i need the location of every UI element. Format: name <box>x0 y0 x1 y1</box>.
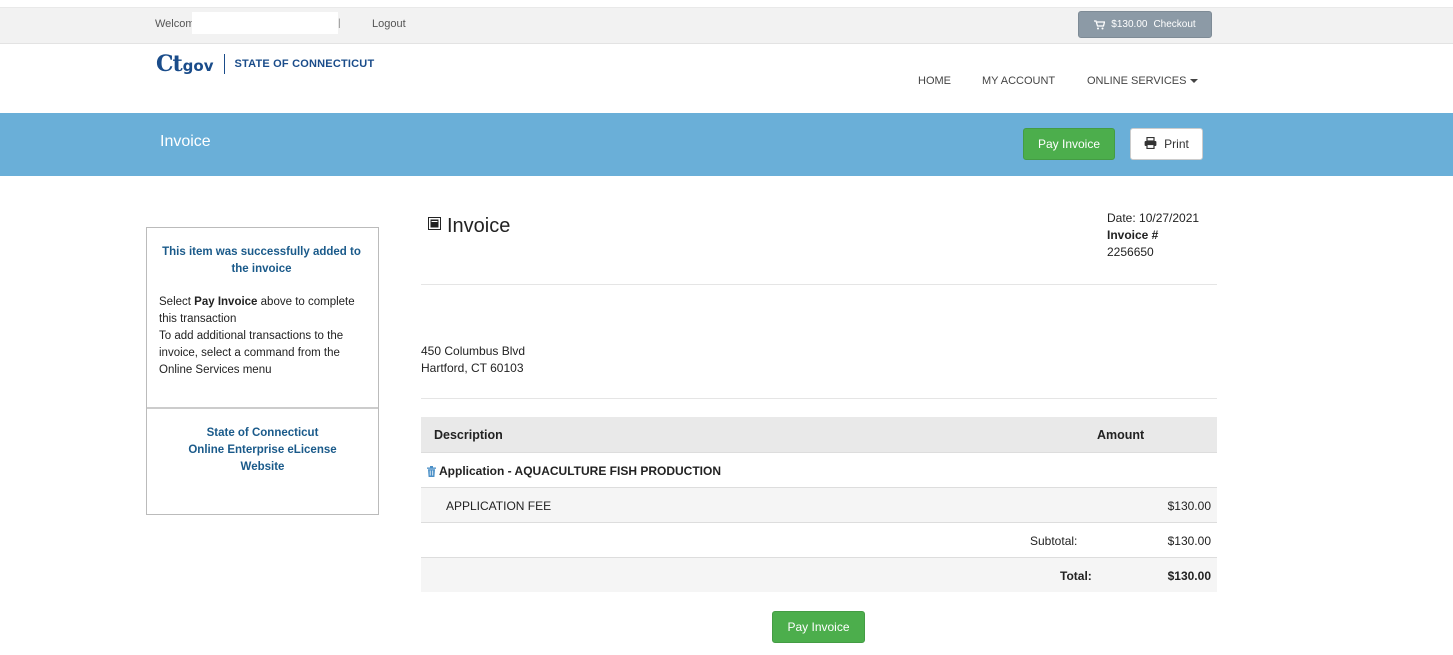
table-row: Application - AQUACULTURE FISH PRODUCTIO… <box>421 452 1217 487</box>
site-line-3: Website <box>240 461 285 473</box>
site-line-1: State of Connecticut <box>206 427 319 439</box>
subtotal-amount: $130.00 <box>1167 534 1211 548</box>
user-name-field <box>192 12 338 34</box>
print-button[interactable]: Print <box>1130 128 1203 160</box>
pay-invoice-button-bottom[interactable]: Pay Invoice <box>772 611 865 643</box>
nav-online-services-label: ONLINE SERVICES <box>1087 75 1187 87</box>
table-row: Total: $130.00 <box>421 557 1217 592</box>
site-header: Ct gov STATE OF CONNECTICUT HOME MY ACCO… <box>0 45 1453 113</box>
checkout-button[interactable]: $130.00 Checkout <box>1078 11 1212 38</box>
pay-invoice-button-top[interactable]: Pay Invoice <box>1023 128 1115 160</box>
print-label: Print <box>1164 137 1189 151</box>
total-amount: $130.00 <box>1167 569 1211 583</box>
table-header-row: Description Amount <box>421 417 1217 452</box>
elicense-website-link[interactable]: State of Connecticut Online Enterprise e… <box>147 409 378 492</box>
logo-divider <box>223 54 225 74</box>
cart-icon <box>1094 19 1106 30</box>
trash-icon[interactable] <box>427 465 436 477</box>
billing-address: 450 Columbus Blvd Hartford, CT 60103 <box>421 343 525 377</box>
fee-label: APPLICATION FEE <box>446 499 552 513</box>
success-message: This item was successfully added to the … <box>162 246 361 275</box>
sidebar-message: This item was successfully added to the … <box>147 228 378 409</box>
address-line-2: Hartford, CT 60103 <box>421 361 524 375</box>
address-line-1: 450 Columbus Blvd <box>421 344 526 358</box>
item-title: Application - AQUACULTURE FISH PRODUCTIO… <box>439 464 721 478</box>
table-row: Subtotal: $130.00 <box>421 522 1217 557</box>
nav-online-services[interactable]: ONLINE SERVICES <box>1087 75 1199 87</box>
logout-link[interactable]: Logout <box>372 18 406 30</box>
site-line-2: Online Enterprise eLicense <box>188 444 337 456</box>
separator: | <box>338 18 341 29</box>
caret-down-icon <box>1190 79 1199 84</box>
table-row: APPLICATION FEE $130.00 <box>421 487 1217 522</box>
subtotal-label: Subtotal: <box>1030 534 1078 548</box>
invoice-meta: Date: 10/27/2021 Invoice # 2256650 <box>1107 210 1199 261</box>
page-title: Invoice <box>160 133 211 150</box>
logo-gov: gov <box>182 57 214 75</box>
ct-gov-logo[interactable]: Ct gov STATE OF CONNECTICUT <box>156 51 374 77</box>
cart-total: $130.00 <box>1111 19 1148 30</box>
invoice-number-label: Invoice # <box>1107 228 1159 242</box>
logo-state-text: STATE OF CONNECTICUT <box>234 58 375 70</box>
col-amount: Amount <box>1097 428 1145 442</box>
page-banner: Invoice Pay Invoice Print <box>0 113 1453 176</box>
printer-icon <box>1144 136 1157 152</box>
nav-home[interactable]: HOME <box>918 75 951 87</box>
top-bar: Welcome, | Logout $130.00 Checkout <box>0 7 1453 44</box>
fee-amount: $130.00 <box>1167 499 1211 513</box>
invoice-icon <box>428 217 441 235</box>
sidebar-panel: This item was successfully added to the … <box>146 227 379 515</box>
instruction-text: Select Pay Invoice above to complete thi… <box>159 294 364 379</box>
nav-my-account[interactable]: MY ACCOUNT <box>982 75 1055 87</box>
invoice-heading: Invoice <box>447 215 511 237</box>
divider <box>421 284 1217 285</box>
logo-ct: Ct <box>156 51 183 77</box>
instruction-bold: Pay Invoice <box>194 296 258 308</box>
invoice-number: 2256650 <box>1107 245 1154 259</box>
invoice-date: Date: 10/27/2021 <box>1107 211 1200 225</box>
total-label: Total: <box>1060 569 1092 583</box>
invoice-table: Description Amount Application - AQUACUL… <box>421 417 1217 592</box>
item-title-cell: Application - AQUACULTURE FISH PRODUCTIO… <box>427 464 721 478</box>
col-description: Description <box>434 428 503 442</box>
divider <box>421 398 1217 399</box>
instruction-more: To add additional transactions to the in… <box>159 330 344 376</box>
checkout-label: Checkout <box>1153 19 1196 30</box>
instruction-pre: Select <box>159 296 195 308</box>
redacted-name <box>421 304 581 334</box>
